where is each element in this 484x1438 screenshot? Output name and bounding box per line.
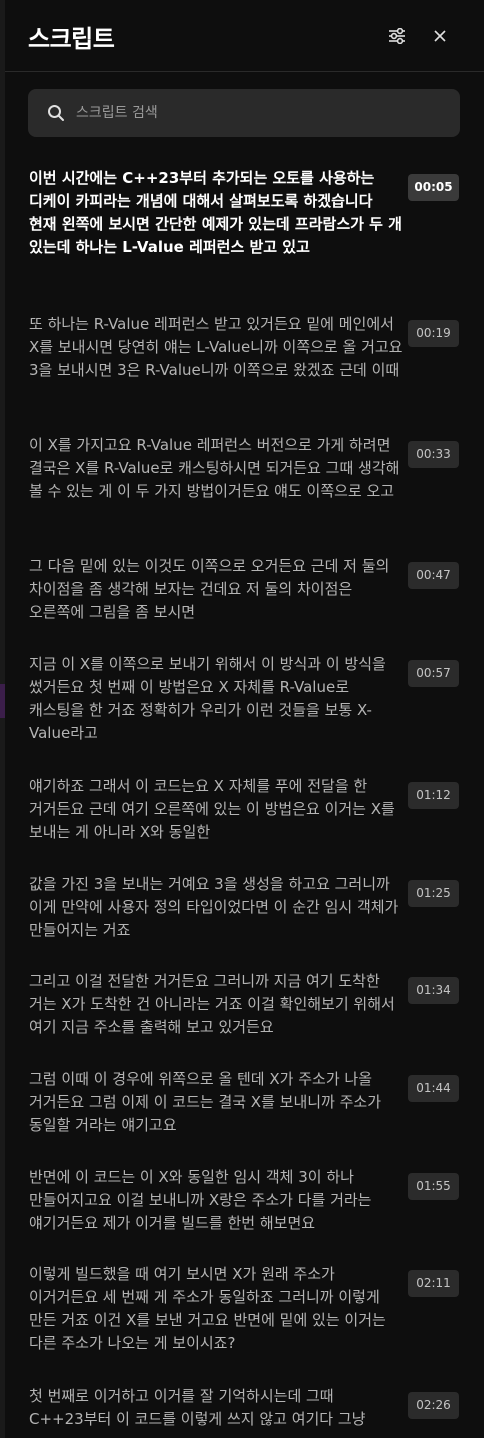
- close-icon: [434, 30, 446, 42]
- script-text: 또 하나는 R-Value 레퍼런스 받고 있거든요 밑에 메인에서 X를 보내…: [29, 315, 403, 379]
- script-text: 그리고 이걸 전달한 거거든요 그러니까 지금 여기 도착한 거는 X가 도착한…: [29, 972, 395, 1036]
- timestamp-badge[interactable]: 00:47: [408, 562, 459, 589]
- timestamp-badge[interactable]: 01:44: [408, 1075, 459, 1102]
- script-text: 이번 시간에는 C++23부터 추가되는 오토를 사용하는 디케이 카피라는 개…: [29, 169, 402, 256]
- search-bar[interactable]: [28, 89, 460, 137]
- timestamp-badge[interactable]: 02:26: [408, 1392, 459, 1419]
- script-text: 값을 가진 3을 보내는 거예요 3을 생성을 하고요 그러니까 이게 만약에 …: [29, 875, 399, 939]
- timestamp-badge[interactable]: 01:25: [408, 880, 459, 907]
- script-text: 그럼 이때 이 경우에 위쪽으로 올 텐데 X가 주소가 나올 거거든요 그럼 …: [29, 1070, 382, 1134]
- timestamp-badge[interactable]: 02:11: [408, 1270, 459, 1297]
- script-text: 지금 이 X를 이쪽으로 보내기 위해서 이 방식과 이 방식을 썼거든요 첫 …: [29, 655, 386, 742]
- filter-settings-button[interactable]: [383, 22, 411, 50]
- timestamp-badge[interactable]: 01:55: [408, 1173, 459, 1200]
- timestamp-badge[interactable]: 01:34: [408, 977, 459, 1004]
- script-text: 이 X를 가지고요 R-Value 레퍼런스 버전으로 가게 하려면 결국은 X…: [29, 436, 400, 500]
- search-icon: [46, 103, 66, 123]
- timestamp-badge[interactable]: 00:33: [408, 441, 459, 468]
- panel-header: 스크립트: [5, 0, 484, 72]
- timestamp-badge[interactable]: 00:57: [408, 660, 459, 687]
- script-text: 첫 번째로 이거하고 이거를 잘 기억하시는데 그때 C++23부터 이 코드를…: [29, 1387, 366, 1428]
- script-text: 반면에 이 코드는 이 X와 동일한 임시 객체 3이 하나 만들어지고요 이걸…: [29, 1168, 372, 1232]
- script-text: 그 다음 밑에 있는 이것도 이쪽으로 오거든요 근데 저 둘의 차이점을 좀 …: [29, 557, 390, 621]
- panel-title: 스크립트: [28, 25, 115, 53]
- search-input[interactable]: [76, 105, 436, 121]
- sliders-icon: [389, 28, 405, 44]
- script-panel: 스크립트 이번: [5, 0, 484, 1438]
- timestamp-badge[interactable]: 00:05: [408, 174, 459, 201]
- timestamp-badge[interactable]: 01:12: [408, 782, 459, 809]
- script-text: 얘기하죠 그래서 이 코드는요 X 자체를 푸에 전달을 한 거거든요 근데 여…: [29, 777, 395, 841]
- timestamp-badge[interactable]: 00:19: [408, 320, 459, 347]
- script-text: 이렇게 빌드했을 때 여기 보시면 X가 원래 주소가 이거거든요 세 번째 게…: [29, 1265, 386, 1352]
- close-button[interactable]: [426, 22, 454, 50]
